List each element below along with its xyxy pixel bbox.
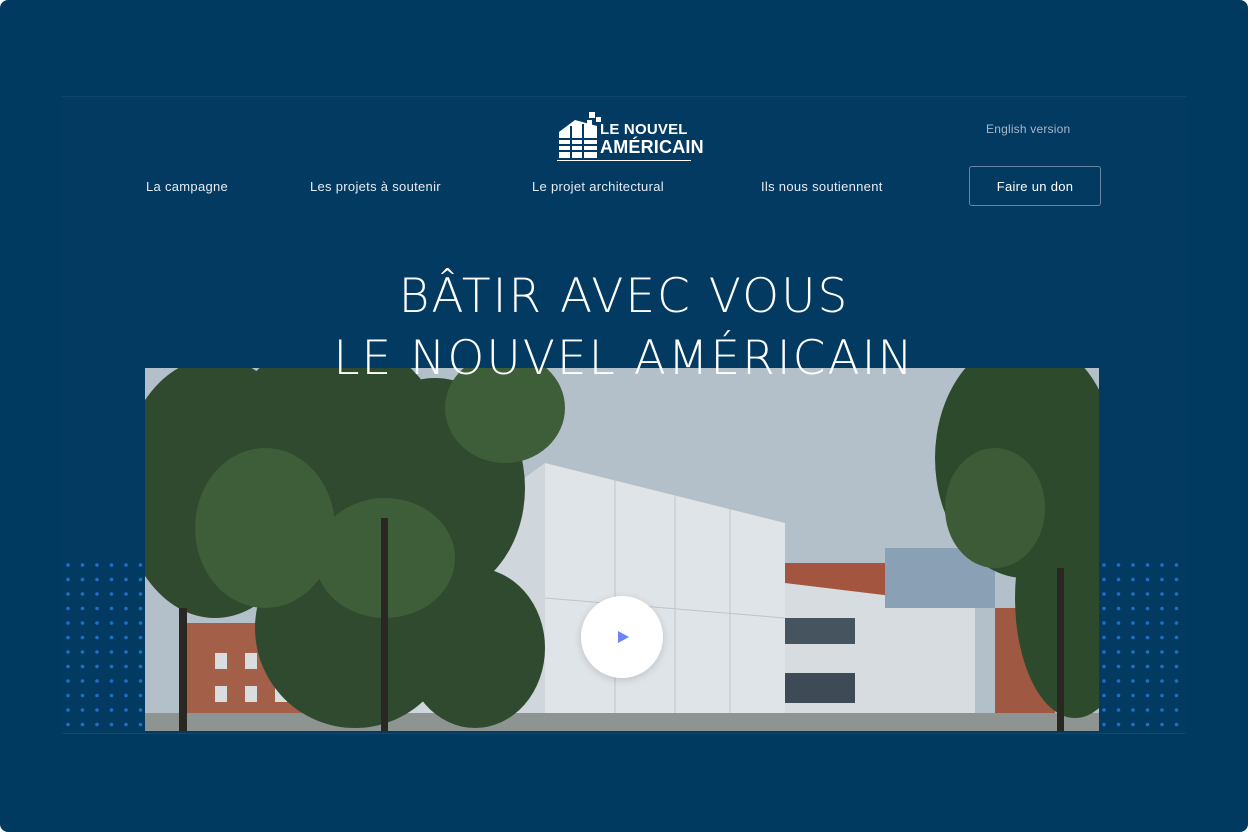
logo-line-2: AMÉRICAIN: [600, 137, 704, 157]
english-version-link[interactable]: English version: [986, 122, 1070, 136]
hero-title-line-1: BÂTIR AVEC VOUS: [398, 269, 850, 324]
hero-title-line-2: LE NOUVEL AMÉRICAIN: [333, 331, 915, 386]
window-frame: LE NOUVEL AMÉRICAIN English version La c…: [0, 0, 1248, 832]
play-icon: [618, 631, 629, 643]
logo-underline: [557, 160, 691, 161]
donate-button[interactable]: Faire un don: [969, 166, 1101, 206]
nav-item-architectural[interactable]: Le projet architectural: [532, 179, 664, 194]
logo-wordmark[interactable]: LE NOUVEL AMÉRICAIN: [600, 122, 704, 157]
nav-item-soutiens[interactable]: Ils nous soutiennent: [761, 179, 883, 194]
logo-line-1: LE NOUVEL: [600, 121, 688, 138]
nav-item-projets[interactable]: Les projets à soutenir: [310, 179, 441, 194]
hero-title: BÂTIR AVEC VOUS LE NOUVEL AMÉRICAIN: [0, 266, 1248, 390]
dot-pattern-right: [1100, 561, 1186, 731]
play-video-button[interactable]: [581, 596, 663, 678]
nav-item-campagne[interactable]: La campagne: [146, 179, 228, 194]
dot-pattern-left: [64, 561, 144, 731]
